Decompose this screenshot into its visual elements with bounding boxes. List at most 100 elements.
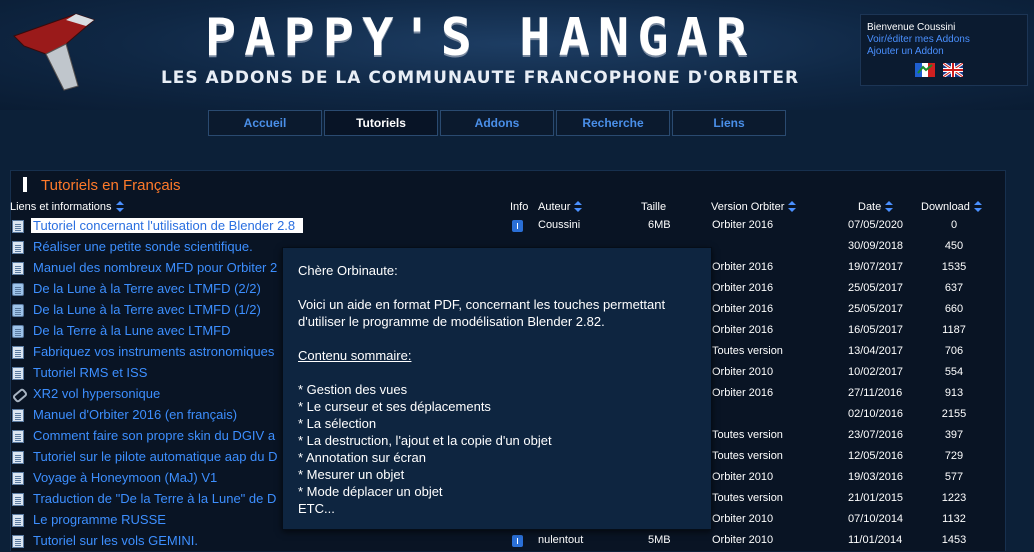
- tab-addons[interactable]: Addons: [440, 110, 554, 136]
- version-cell: Orbiter 2016: [712, 387, 774, 399]
- site-title: PAPPY'S HANGAR: [204, 8, 756, 68]
- version-cell: Orbiter 2016: [712, 219, 774, 231]
- tooltip-item: * Gestion des vues: [298, 382, 408, 397]
- section-title: Tutoriels en Français: [23, 177, 181, 194]
- header-author[interactable]: Auteur: [538, 201, 583, 213]
- version-cell: Orbiter 2010: [712, 366, 774, 378]
- sort-icon[interactable]: [973, 201, 982, 212]
- tooltip-item: * La sélection: [298, 416, 377, 431]
- tutorial-link[interactable]: Le programme RUSSE: [33, 512, 166, 527]
- date-cell: 25/05/2017: [848, 303, 904, 315]
- downloads-cell: 2155: [941, 408, 967, 420]
- author-cell: Coussini: [538, 219, 581, 231]
- downloads-cell: 1187: [942, 324, 966, 336]
- tutorial-link[interactable]: De la Terre à la Lune avec LTMFD: [33, 323, 231, 338]
- downloads-cell: 0: [950, 219, 958, 231]
- size-cell: 6MB: [648, 219, 671, 231]
- tooltip-item: * Mode déplacer un objet: [298, 484, 443, 499]
- globe-document-icon: [12, 283, 24, 296]
- section-title-text: Tutoriels en Français: [41, 177, 181, 194]
- version-cell: Toutes version: [712, 450, 783, 462]
- tutorial-link[interactable]: Tutoriel sur le pilote automatique aap d…: [33, 449, 278, 464]
- version-cell: Orbiter 2010: [712, 534, 774, 546]
- tab-liens[interactable]: Liens: [672, 110, 786, 136]
- header-size: Taille: [641, 201, 667, 213]
- tooltip-item: * Mesurer un objet: [298, 467, 405, 482]
- table-row: Tutoriel concernant l'utilisation de Ble…: [12, 216, 1002, 237]
- downloads-cell: 706: [944, 345, 964, 357]
- section-title-bar: [23, 177, 27, 192]
- tutorial-link[interactable]: XR2 vol hypersonique: [33, 386, 160, 401]
- globe-document-icon: [12, 304, 24, 317]
- header-date[interactable]: Date: [858, 201, 894, 213]
- tutorial-link[interactable]: Manuel des nombreux MFD pour Orbiter 2: [33, 260, 277, 275]
- welcome-text: Bienvenue Coussini: [867, 22, 956, 33]
- flag-fr-icon[interactable]: [915, 63, 935, 77]
- add-addon-link[interactable]: Ajouter un Addon: [867, 46, 1021, 58]
- version-cell: Toutes version: [712, 492, 783, 504]
- document-icon: [12, 535, 24, 548]
- document-icon: [12, 514, 24, 527]
- spaceship-icon[interactable]: [6, 6, 98, 98]
- date-cell: 02/10/2016: [848, 408, 904, 420]
- document-icon: [12, 409, 24, 422]
- downloads-cell: 1223: [941, 492, 967, 504]
- tab-accueil[interactable]: Accueil: [208, 110, 322, 136]
- version-cell: Orbiter 2016: [712, 261, 774, 273]
- tooltip-item: ETC...: [298, 501, 335, 516]
- flag-uk-icon[interactable]: [943, 63, 963, 77]
- edit-addons-link[interactable]: Voir/éditer mes Addons: [867, 34, 1021, 46]
- tab-recherche[interactable]: Recherche: [556, 110, 670, 136]
- sort-icon[interactable]: [885, 201, 894, 212]
- tutorial-link[interactable]: Tutoriel concernant l'utilisation de Ble…: [31, 218, 304, 233]
- date-cell: 07/10/2014: [848, 513, 904, 525]
- site-subtitle: LES ADDONS DE LA COMMUNAUTE FRANCOPHONE …: [160, 68, 800, 88]
- tooltip-description: Voici un aide en format PDF, concernant …: [298, 297, 666, 329]
- header-links[interactable]: Liens et informations: [10, 201, 124, 213]
- date-cell: 12/05/2016: [848, 450, 904, 462]
- version-cell: Toutes version: [712, 429, 783, 441]
- info-icon[interactable]: [512, 220, 523, 232]
- sort-icon[interactable]: [574, 201, 583, 212]
- document-icon: [12, 430, 24, 443]
- tutorial-link[interactable]: De la Lune à la Terre avec LTMFD (2/2): [33, 281, 261, 296]
- version-cell: Orbiter 2016: [712, 324, 774, 336]
- sort-icon[interactable]: [788, 201, 797, 212]
- tutorial-link[interactable]: Fabriquez vos instruments astronomiques: [33, 344, 274, 359]
- date-cell: 23/07/2016: [848, 429, 904, 441]
- document-icon: [12, 241, 24, 254]
- version-cell: Orbiter 2016: [712, 282, 774, 294]
- tutorial-link[interactable]: Réaliser une petite sonde scientifique.: [33, 239, 253, 254]
- date-cell: 11/01/2014: [848, 534, 903, 546]
- document-icon: [12, 220, 24, 233]
- header-version-label: Version Orbiter: [711, 201, 785, 213]
- downloads-cell: 913: [944, 387, 964, 399]
- date-cell: 30/09/2018: [848, 240, 904, 252]
- tutorial-link[interactable]: De la Lune à la Terre avec LTMFD (1/2): [33, 302, 261, 317]
- date-cell: 10/02/2017: [848, 366, 904, 378]
- size-cell: 5MB: [648, 534, 671, 546]
- header-version[interactable]: Version Orbiter: [711, 201, 797, 213]
- header-download[interactable]: Download: [921, 201, 982, 213]
- tooltip-greeting: Chère Orbinaute:: [298, 263, 398, 278]
- tab-tutoriels[interactable]: Tutoriels: [324, 110, 438, 136]
- table-row: Tutoriel sur les vols GEMINI. nulentout 5M…: [12, 531, 1002, 552]
- tutorial-link[interactable]: Manuel d'Orbiter 2016 (en français): [33, 407, 237, 422]
- tutorial-link[interactable]: Voyage à Honeymoon (MaJ) V1: [33, 470, 217, 485]
- tutorial-link[interactable]: Comment faire son propre skin du DGIV a: [33, 428, 275, 443]
- header-author-label: Auteur: [538, 201, 571, 213]
- tooltip-summary-heading: Contenu sommaire:: [298, 348, 412, 363]
- tooltip-item: * Annotation sur écran: [298, 450, 426, 465]
- tutorial-link[interactable]: Tutoriel sur les vols GEMINI.: [33, 533, 198, 548]
- header-download-label: Download: [921, 201, 970, 213]
- date-cell: 27/11/2016: [848, 387, 903, 399]
- version-cell: Toutes version: [712, 345, 783, 357]
- tooltip-summary-list: * Gestion des vues * Le curseur et ses d…: [298, 381, 696, 517]
- version-cell: Orbiter 2010: [712, 471, 774, 483]
- sort-icon[interactable]: [115, 201, 124, 212]
- main-nav: Accueil Tutoriels Addons Recherche Liens: [208, 110, 788, 136]
- header-info: Info: [510, 201, 529, 213]
- tutorial-link[interactable]: Tutoriel RMS et ISS: [33, 365, 147, 380]
- info-icon[interactable]: [512, 535, 523, 547]
- tutorial-link[interactable]: Traduction de "De la Terre à la Lune" de…: [33, 491, 276, 506]
